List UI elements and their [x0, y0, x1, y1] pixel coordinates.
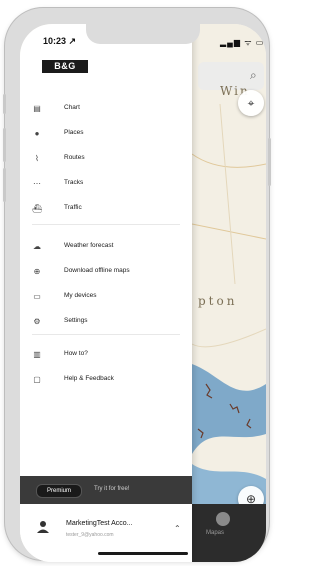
mute-switch: [3, 94, 6, 114]
brand-logo: B&G: [42, 60, 88, 73]
menu-item-weather-forecast[interactable]: ☁ Weather forecast: [20, 236, 192, 258]
screen: ⌕ Win pton ⌖ ⊕ Mapas B&G ▤ Chart ● Places ⌇ R…: [20, 24, 266, 562]
menu-item-label: Download offline maps: [64, 267, 130, 274]
menu-item-label: Places: [64, 129, 84, 136]
premium-banner[interactable]: Premium Try it for free!: [20, 476, 192, 504]
navigation-drawer: B&G ▤ Chart ● Places ⌇ Routes ⋯ Tracks ⛴ Traffic ☁…: [20, 24, 192, 562]
compass-icon: ⌖: [247, 95, 255, 110]
menu-item-label: Chart: [64, 104, 80, 111]
menu-item-places[interactable]: ● Places: [20, 123, 192, 145]
track-icon: ⋯: [33, 179, 41, 188]
menu-item-label: How to?: [64, 350, 88, 357]
menu-item-label: Routes: [64, 154, 85, 161]
cloud-icon: ☁: [33, 242, 41, 251]
menu-item-my-devices[interactable]: ▭ My devices: [20, 286, 192, 308]
menu-item-how-to[interactable]: ▥ How to?: [20, 344, 192, 366]
menu-item-traffic[interactable]: ⛴ Traffic: [20, 198, 192, 220]
menu-item-label: Help & Feedback: [64, 375, 114, 382]
chart-icon: ▤: [33, 104, 41, 113]
map-tab-bar: Mapas: [192, 504, 266, 562]
menu-item-routes[interactable]: ⌇ Routes: [20, 148, 192, 170]
status-time: 10:23 ↗: [43, 36, 77, 46]
map-place-label: pton: [198, 294, 238, 308]
menu-item-settings[interactable]: ⚙ Settings: [20, 311, 192, 333]
try-free-link[interactable]: Try it for free!: [94, 486, 129, 492]
account-name: MarketingTest Acco...: [66, 520, 133, 527]
premium-badge[interactable]: Premium: [36, 484, 82, 498]
book-icon: ▥: [33, 350, 41, 359]
search-icon: ⌕: [250, 68, 257, 82]
menu-item-chart[interactable]: ▤ Chart: [20, 98, 192, 120]
menu-item-help-feedback[interactable]: ▢ Help & Feedback: [20, 369, 192, 391]
account-email: tester_9@yahoo.com: [66, 532, 114, 538]
tab-icon[interactable]: [216, 512, 230, 526]
menu-item-download-offline-maps[interactable]: ⊕ Download offline maps: [20, 261, 192, 283]
compass-button[interactable]: ⌖: [238, 90, 264, 116]
phone-frame: ⌕ Win pton ⌖ ⊕ Mapas B&G ▤ Chart ● Places ⌇ R…: [3, 8, 271, 562]
menu-item-label: Settings: [64, 317, 88, 324]
chat-icon: ▢: [33, 375, 41, 384]
boat-icon: ⛴: [32, 204, 43, 213]
monitor-icon: ▭: [33, 292, 41, 301]
chevron-up-icon[interactable]: ⌃: [174, 524, 181, 533]
download-icon: ⊕: [33, 267, 41, 276]
menu-item-tracks[interactable]: ⋯ Tracks: [20, 173, 192, 195]
pin-icon: ●: [34, 129, 40, 138]
menu-item-label: My devices: [64, 292, 97, 299]
volume-down-button: [3, 168, 6, 202]
route-icon: ⌇: [35, 154, 39, 163]
menu-divider: [32, 334, 180, 335]
tab-label[interactable]: Mapas: [206, 530, 224, 536]
home-indicator[interactable]: [98, 552, 188, 555]
menu-divider: [32, 224, 180, 225]
menu-item-label: Tracks: [64, 179, 84, 186]
menu-item-label: Traffic: [64, 204, 82, 211]
volume-up-button: [3, 128, 6, 162]
gear-icon: ⚙: [33, 317, 41, 326]
status-icons: ▂▄▆ ᯤ ▭: [220, 38, 265, 47]
menu-item-label: Weather forecast: [64, 242, 114, 249]
camera-notch: [86, 24, 200, 44]
power-button: [268, 138, 271, 186]
user-icon: [37, 521, 49, 533]
